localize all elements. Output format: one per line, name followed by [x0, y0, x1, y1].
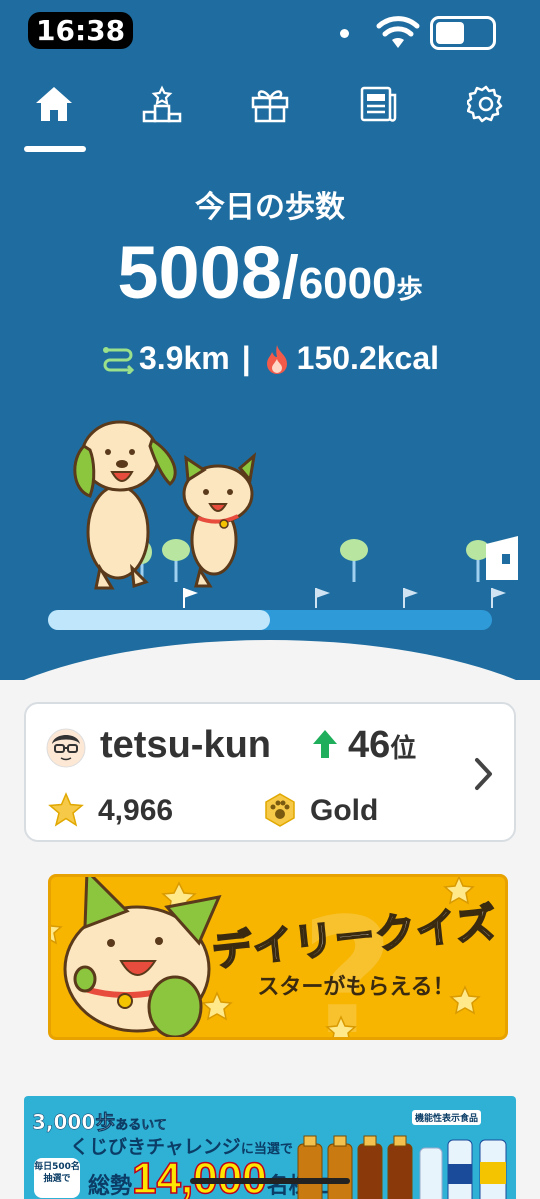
- points-value: 4,966: [98, 794, 174, 827]
- ranking-podium-icon: [142, 85, 182, 123]
- steps-goal: 6000: [298, 259, 397, 308]
- rank-unit: 位: [390, 733, 417, 763]
- star-points-icon: [48, 792, 84, 827]
- nav-ranking[interactable]: [132, 74, 192, 134]
- steps-separator: /: [282, 244, 299, 311]
- rank-number: 46: [348, 724, 391, 766]
- avatar: [46, 728, 86, 768]
- nav-gifts[interactable]: [240, 74, 300, 134]
- flag-icon: [403, 588, 418, 608]
- status-clock: 16:38: [28, 12, 134, 49]
- activity-stats: 3.9km | 150.2kcal: [0, 340, 540, 377]
- gear-icon: [467, 85, 503, 123]
- daily-quiz-banner[interactable]: ? デイリークイズ スターがもらえる！: [48, 874, 508, 1040]
- steps-progress-bar: [48, 610, 492, 630]
- flame-icon: [266, 344, 287, 374]
- home-icon: [36, 87, 72, 121]
- chevron-right-icon[interactable]: [472, 756, 496, 792]
- rank-value: 46位: [348, 724, 416, 767]
- tier-label: Gold: [310, 794, 379, 827]
- steps-hero: 16:38 今日の歩数 5008/6000歩 3.9km | 150.2kcal: [0, 0, 540, 680]
- wifi-icon: [376, 16, 420, 48]
- drink-bottles-illustration: [297, 1135, 507, 1199]
- news-icon: [360, 86, 397, 122]
- nav-active-indicator: [24, 146, 86, 152]
- status-bar: 16:38: [0, 0, 540, 64]
- gift-icon: [251, 90, 289, 123]
- home-indicator: [190, 1178, 350, 1184]
- username: tetsu-kun: [100, 724, 271, 766]
- steps-title: 今日の歩数: [195, 190, 345, 225]
- distance-value: 3.9km: [138, 340, 230, 376]
- dog-mascot-illustration: [73, 420, 177, 590]
- gold-badge-icon: [265, 793, 295, 827]
- cat-mascot-illustration: [182, 452, 257, 588]
- nav-home[interactable]: [24, 74, 84, 134]
- flag-icon: [315, 588, 330, 608]
- steps-unit: 歩: [396, 275, 423, 305]
- steps-current: 5008: [117, 231, 283, 314]
- ad-headline: 3,000歩あるいて: [32, 1110, 167, 1135]
- ad-daily-pill: 毎日500名抽選で: [34, 1158, 80, 1198]
- top-nav: [0, 64, 540, 154]
- steps-counter: 5008/6000歩: [0, 230, 540, 315]
- house-icon: [486, 536, 518, 580]
- flag-icon: [491, 588, 506, 608]
- tree-icon: [340, 539, 368, 582]
- stats-divider: |: [241, 340, 251, 376]
- profile-ranking-card[interactable]: tetsu-kun 46位 4,966 Gold: [24, 702, 516, 842]
- route-icon: [102, 346, 135, 374]
- flag-icon: [183, 588, 198, 608]
- battery-icon: [430, 16, 496, 50]
- tree-icon: [162, 539, 190, 582]
- nav-settings[interactable]: [456, 74, 516, 134]
- rank-up-arrow-icon: [313, 730, 337, 758]
- nav-news[interactable]: [348, 74, 408, 134]
- calories-value: 150.2kcal: [296, 340, 440, 376]
- steps-progress-fill: [48, 610, 270, 630]
- quiz-subtitle: スターがもらえる！: [257, 975, 455, 1000]
- notification-dot-icon: [340, 29, 349, 38]
